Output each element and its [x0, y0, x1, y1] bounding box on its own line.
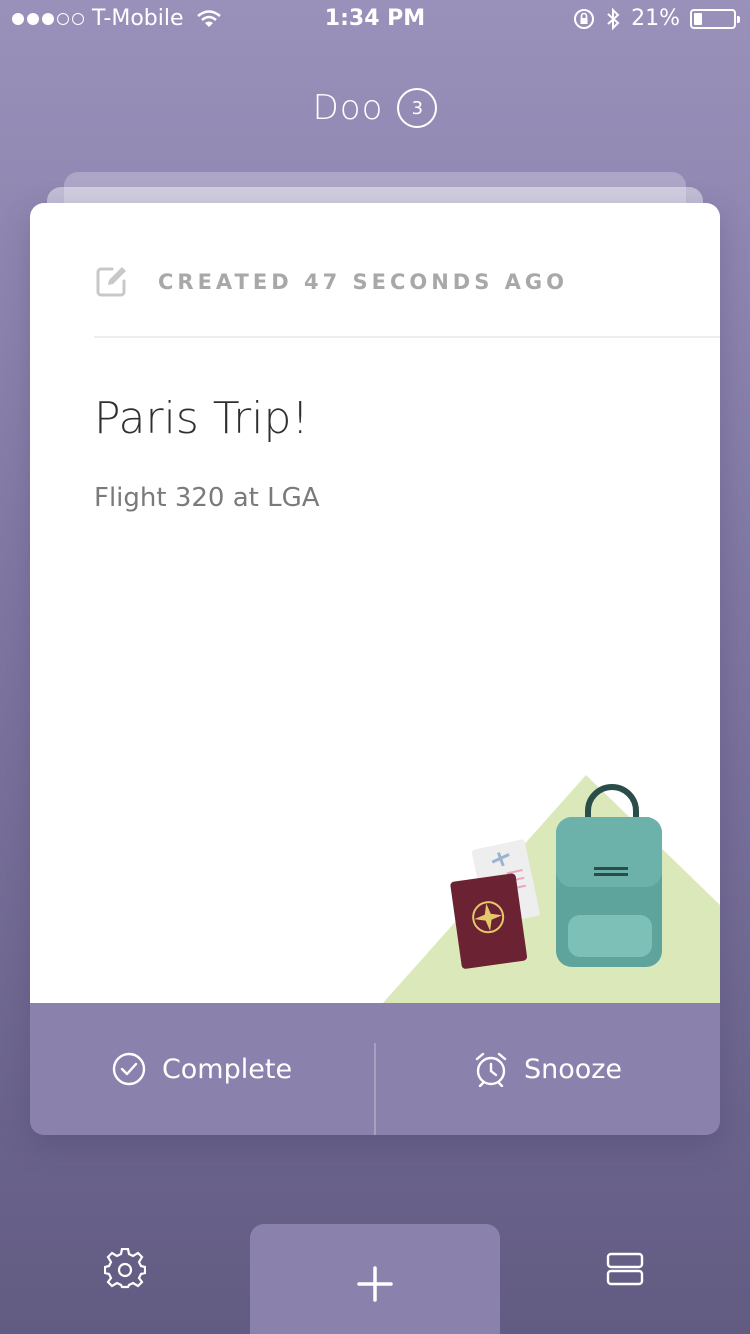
- add-task-button[interactable]: [250, 1224, 500, 1334]
- snooze-label: Snooze: [523, 1053, 623, 1085]
- app-header: Doo 3: [0, 88, 750, 128]
- task-title[interactable]: Paris Trip!: [94, 393, 309, 444]
- card-divider: [94, 336, 720, 338]
- task-description[interactable]: Flight 320 at LGA: [94, 483, 320, 513]
- battery-percent: 21%: [631, 6, 680, 31]
- snooze-button[interactable]: Snooze: [376, 1003, 720, 1135]
- check-circle-icon: [112, 1052, 146, 1086]
- orientation-lock-icon: [574, 8, 595, 29]
- edit-icon: [96, 267, 126, 297]
- travel-illustration: [383, 775, 720, 1003]
- app-title: Doo: [312, 88, 384, 128]
- bluetooth-icon: [607, 7, 620, 30]
- gear-icon: [103, 1247, 147, 1289]
- status-right: 21%: [573, 6, 740, 31]
- battery-icon: [690, 8, 740, 29]
- complete-label: Complete: [161, 1053, 293, 1085]
- settings-button[interactable]: [103, 1247, 147, 1290]
- status-bar: T-Mobile 1:34 PM 21%: [0, 0, 750, 40]
- card-meta: CREATED 47 SECONDS AGO: [94, 265, 568, 299]
- task-count-badge: 3: [397, 88, 438, 128]
- complete-button[interactable]: Complete: [30, 1003, 374, 1135]
- battery-level: [694, 12, 702, 25]
- bottom-toolbar: [0, 1224, 750, 1334]
- list-view-icon: [606, 1252, 644, 1286]
- plus-icon: [357, 1266, 393, 1302]
- card-body: CREATED 47 SECONDS AGO Paris Trip! Fligh…: [30, 203, 720, 1003]
- created-timestamp: CREATED 47 SECONDS AGO: [158, 270, 569, 294]
- task-card[interactable]: CREATED 47 SECONDS AGO Paris Trip! Fligh…: [30, 203, 720, 1135]
- list-view-button[interactable]: [606, 1250, 644, 1288]
- alarm-clock-icon: [475, 1052, 507, 1087]
- card-actions: Complete Snooze: [30, 1003, 720, 1135]
